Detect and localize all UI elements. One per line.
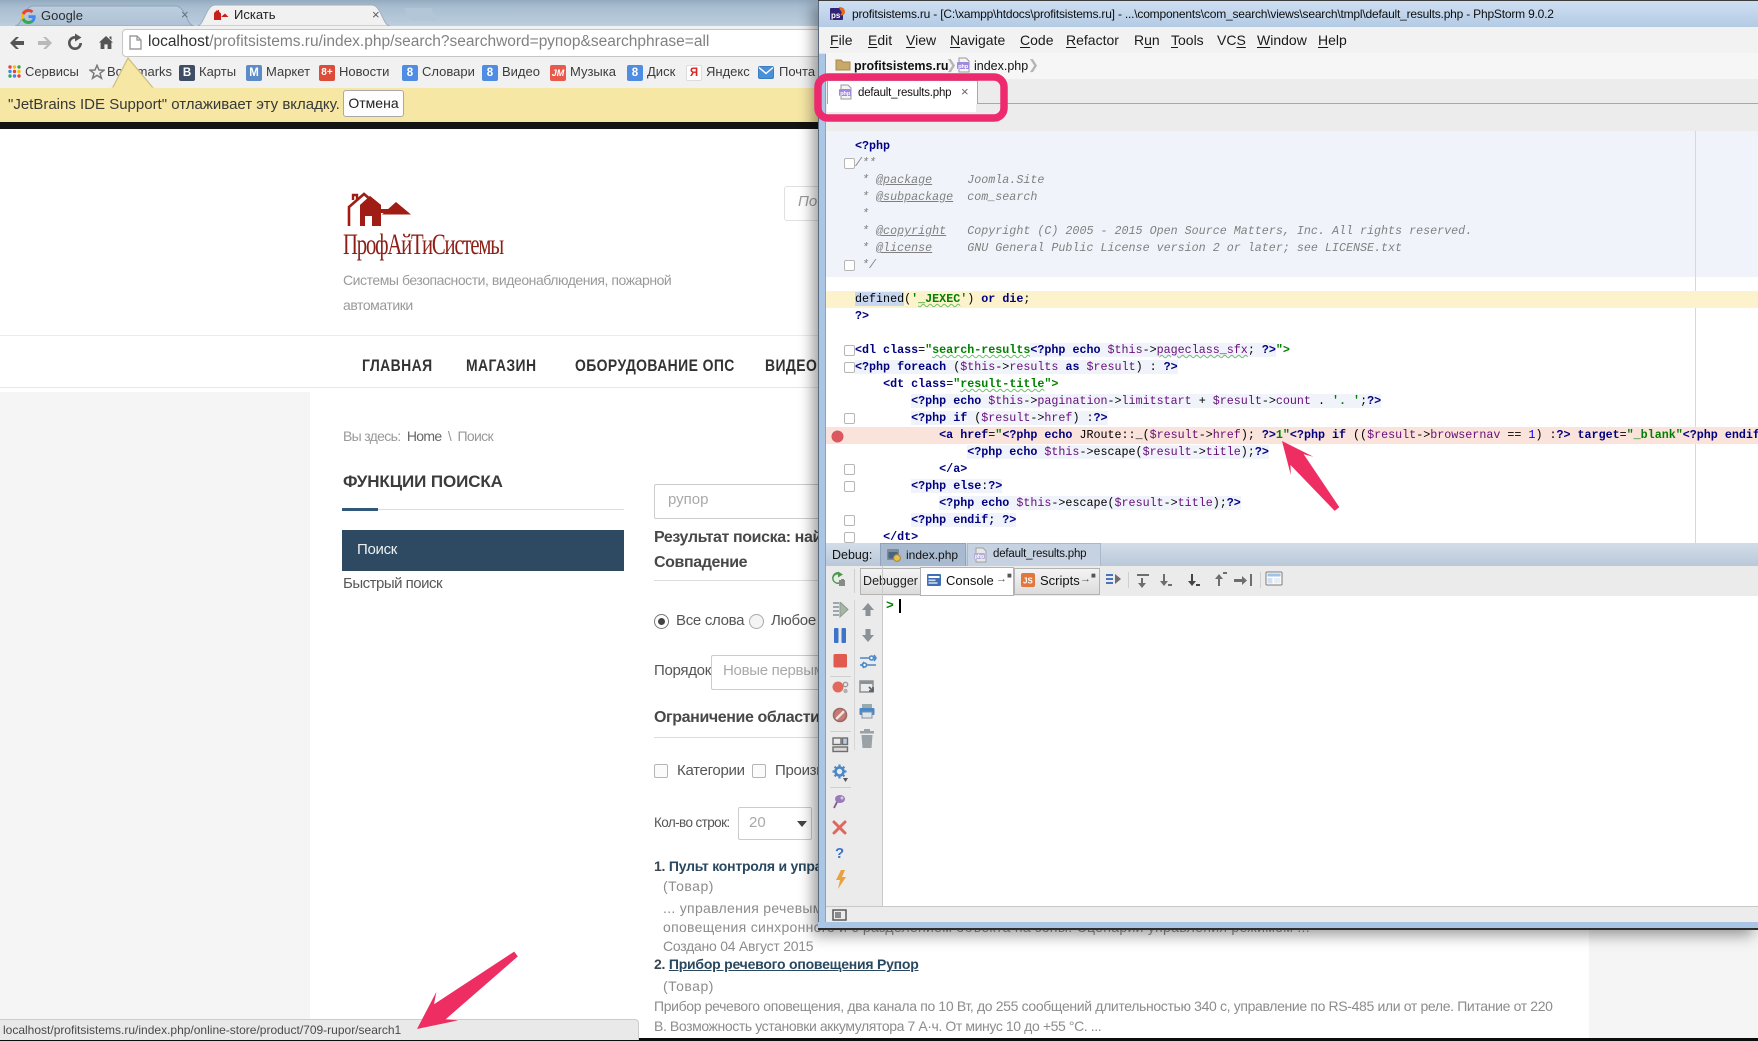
svg-text:ps: ps [831,11,841,20]
svg-text:?: ? [835,845,844,862]
svg-text:php: php [975,554,984,560]
svg-text:JS: JS [1023,577,1033,586]
svg-text:php: php [840,91,851,97]
svg-text:php: php [958,64,969,70]
